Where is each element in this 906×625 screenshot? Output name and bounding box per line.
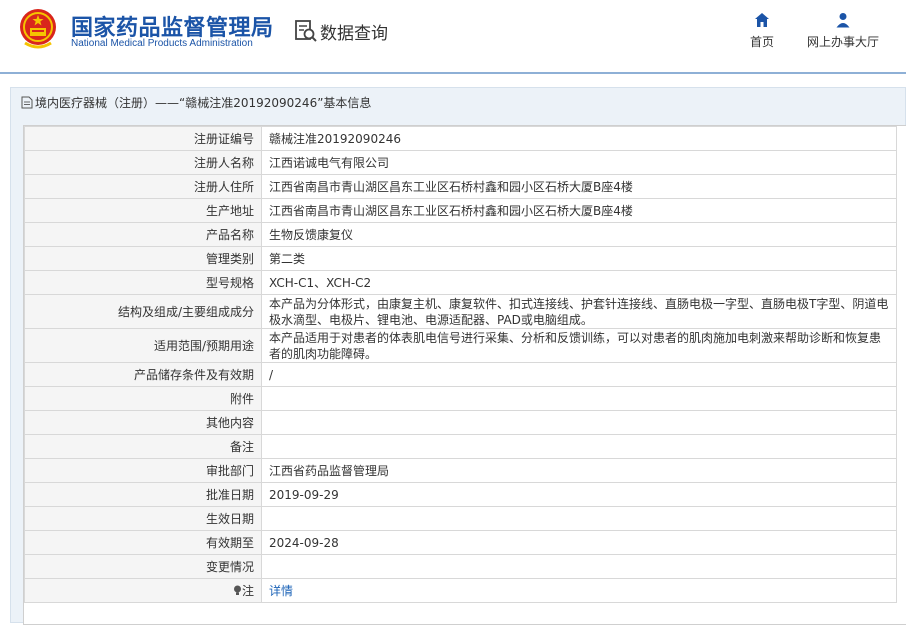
table-row: 产品储存条件及有效期 / [24, 362, 897, 387]
breadcrumb: 境内医疗器械（注册）——“赣械注准20192090246”基本信息 [21, 94, 371, 111]
data-query-title: 数据查询 [320, 24, 388, 44]
field-value: 本产品为分体形式，由康复主机、康复软件、扣式连接线、护套针连接线、直肠电极一字型… [261, 294, 897, 329]
search-document-icon [295, 20, 317, 42]
field-value: 详情 [261, 578, 897, 603]
field-value [261, 386, 897, 411]
lightbulb-icon [233, 584, 242, 598]
field-label: 适用范围/预期用途 [24, 328, 262, 363]
table-row: 结构及组成/主要组成成分 本产品为分体形式，由康复主机、康复软件、扣式连接线、护套… [24, 294, 897, 329]
nav-home-label: 首页 [749, 35, 774, 49]
field-value: 江西诺诚电气有限公司 [261, 150, 897, 175]
table-row: 注册人住所 江西省南昌市青山湖区昌东工业区石桥村鑫和园小区石桥大厦B座4楼 [24, 174, 897, 199]
table-row: 生产地址 江西省南昌市青山湖区昌东工业区石桥村鑫和园小区石桥大厦B座4楼 [24, 198, 897, 223]
field-value: 2024-09-28 [261, 530, 897, 555]
field-value: / [261, 362, 897, 387]
field-label: 生效日期 [24, 506, 262, 531]
table-row: 备注 [24, 434, 897, 459]
table-row: 注册证编号 赣械注准20192090246 [24, 126, 897, 151]
breadcrumb-text: 境内医疗器械（注册）——“赣械注准20192090246”基本信息 [35, 96, 372, 110]
field-value [261, 506, 897, 531]
site-header: 国家药品监督管理局 National Medical Products Admi… [0, 0, 906, 72]
nav-online-service-hall-label: 网上办事大厅 [806, 35, 879, 49]
field-label: 注 [24, 578, 262, 603]
table-row: 管理类别 第二类 [24, 246, 897, 271]
field-label: 注册证编号 [24, 126, 262, 151]
table-row: 批准日期 2019-09-29 [24, 482, 897, 507]
field-label: 注册人名称 [24, 150, 262, 175]
field-value: 江西省南昌市青山湖区昌东工业区石桥村鑫和园小区石桥大厦B座4楼 [261, 174, 897, 199]
field-value: 江西省药品监督管理局 [261, 458, 897, 483]
field-value [261, 410, 897, 435]
table-row: 其他内容 [24, 410, 897, 435]
table-row: 适用范围/预期用途 本产品适用于对患者的体表肌电信号进行采集、分析和反馈训练，可以… [24, 328, 897, 363]
field-label: 注册人住所 [24, 174, 262, 199]
table-row: 附件 [24, 386, 897, 411]
table-row: 注册人名称 江西诺诚电气有限公司 [24, 150, 897, 175]
field-label: 批准日期 [24, 482, 262, 507]
field-value [261, 434, 897, 459]
field-value: 本产品适用于对患者的体表肌电信号进行采集、分析和反馈训练，可以对患者的肌肉施加电… [261, 328, 897, 363]
org-name-en: National Medical Products Administration [71, 38, 253, 49]
field-value: 第二类 [261, 246, 897, 271]
nav-online-service-hall[interactable]: 网上办事大厅 [803, 12, 883, 50]
record-table: 注册证编号 赣械注准20192090246 注册人名称 江西诺诚电气有限公司 注册人住所… [24, 126, 897, 603]
field-value: XCH-C1、XCH-C2 [261, 270, 897, 295]
field-value: 赣械注准20192090246 [261, 126, 897, 151]
national-emblem-icon [20, 9, 56, 49]
nav-home[interactable]: 首页 [722, 12, 802, 50]
field-label: 附件 [24, 386, 262, 411]
table-row: 产品名称 生物反馈康复仪 [24, 222, 897, 247]
home-icon [755, 13, 769, 27]
field-label: 变更情况 [24, 554, 262, 579]
detail-panel: 境内医疗器械（注册）——“赣械注准20192090246”基本信息 注册证编号赣… [10, 87, 906, 625]
field-label: 产品储存条件及有效期 [24, 362, 262, 387]
table-row: 有效期至 2024-09-28 [24, 530, 897, 555]
table-row: 审批部门 江西省药品监督管理局 [24, 458, 897, 483]
field-label: 管理类别 [24, 246, 262, 271]
field-label: 生产地址 [24, 198, 262, 223]
field-value: 生物反馈康复仪 [261, 222, 897, 247]
field-value [261, 554, 897, 579]
table-row: 生效日期 [24, 506, 897, 531]
field-label: 产品名称 [24, 222, 262, 247]
table-row: 型号规格 XCH-C1、XCH-C2 [24, 270, 897, 295]
record-table-container: 注册证编号 赣械注准20192090246 注册人名称 江西诺诚电气有限公司 注册人住所… [23, 125, 906, 625]
field-label: 结构及组成/主要组成成分 [24, 294, 262, 329]
field-label: 有效期至 [24, 530, 262, 555]
table-row: 变更情况 [24, 554, 897, 579]
document-icon [21, 96, 33, 109]
note-label: 注 [241, 584, 254, 598]
user-icon [836, 13, 850, 28]
field-value: 2019-09-29 [261, 482, 897, 507]
header-divider [0, 72, 906, 74]
details-link[interactable]: 详情 [269, 584, 293, 598]
table-row-note: 注 详情 [24, 578, 897, 603]
field-label: 其他内容 [24, 410, 262, 435]
field-label: 型号规格 [24, 270, 262, 295]
field-value: 江西省南昌市青山湖区昌东工业区石桥村鑫和园小区石桥大厦B座4楼 [261, 198, 897, 223]
field-label: 备注 [24, 434, 262, 459]
field-label: 审批部门 [24, 458, 262, 483]
